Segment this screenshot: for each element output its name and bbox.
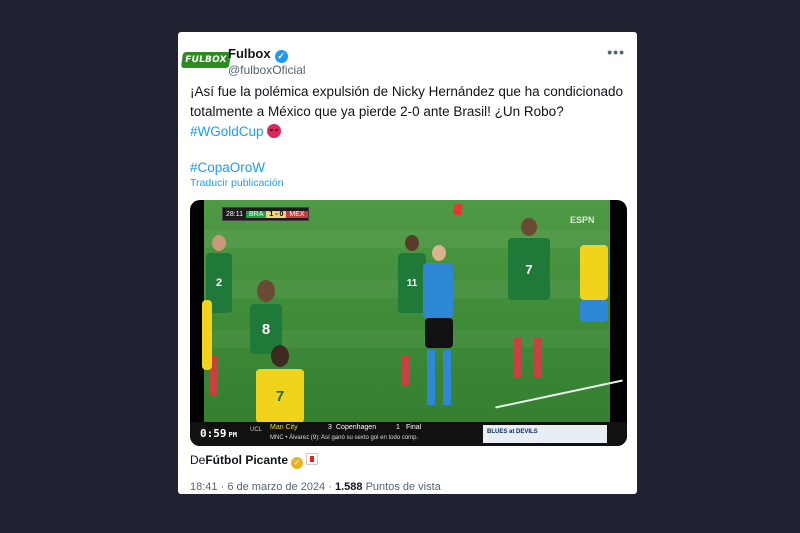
ticker-team2: Copenhagen: [336, 424, 377, 431]
fulbox-logo: FULBOX: [181, 52, 231, 68]
player-brazil-right: [576, 235, 610, 345]
post-metadata: 18:41 · 6 de marzo de 2024 · 1.588 Punto…: [190, 481, 441, 493]
verified-gold-badge-icon: ✓: [291, 457, 304, 469]
ticker-team1: Man City: [270, 424, 298, 431]
referee-head: [432, 245, 446, 261]
match-time: 28:11: [226, 210, 243, 218]
player-jersey: [202, 300, 212, 370]
video-ticker: 0:59 PM UCL Man City 3 Copenhagen 1 Final…: [190, 422, 627, 446]
post-date[interactable]: 6 de marzo de 2024: [227, 481, 325, 493]
handle[interactable]: @fulboxOficial: [228, 63, 306, 77]
avatar[interactable]: FULBOX: [181, 44, 231, 76]
player-shorts: [580, 300, 608, 322]
player-mexico-7: 7: [504, 218, 554, 398]
clock-time: 0:59: [200, 427, 227, 440]
more-options-icon[interactable]: •••: [607, 44, 625, 60]
player-head: [405, 235, 419, 251]
views-label: Puntos de vista: [365, 481, 441, 493]
team1-label: BRA: [246, 210, 267, 218]
tweet-header: FULBOX Fulbox ✓ @fulboxOficial •••: [181, 42, 625, 78]
ticker-score1: 3: [328, 424, 332, 431]
player-jersey: 7: [508, 238, 550, 300]
ticker-result: Man City 3 Copenhagen 1 Final: [270, 424, 465, 433]
scorebug: 28:11 BRA 1 - 0 MEX: [222, 207, 309, 221]
player-brazil-edge: [202, 300, 212, 410]
referee: [419, 245, 459, 420]
flag-icon: [306, 453, 319, 465]
tweet-body: ¡Así fue la polémica expulsión de Nicky …: [190, 84, 624, 119]
nhl-matchup: BLUES at DEVILS: [487, 429, 538, 435]
video-frame: 28:11 BRA 1 - 0 MEX ESPN 2 8 7 11 7: [202, 200, 623, 423]
ticker-nhl-promo: BLUES at DEVILS: [483, 425, 607, 443]
player-socks: [402, 355, 410, 385]
clock-suffix: PM: [228, 431, 237, 439]
translate-post-link[interactable]: Traducir publicación: [190, 177, 284, 189]
player-brazil-7: 7: [254, 345, 306, 423]
display-name[interactable]: Fulbox ✓: [228, 46, 288, 63]
player-jersey: [580, 245, 608, 300]
referee-shorts: [425, 318, 453, 348]
player-head: [271, 345, 289, 367]
video-player[interactable]: 28:11 BRA 1 - 0 MEX ESPN 2 8 7 11 7 0:59…: [190, 200, 627, 446]
referee-shirt: [423, 263, 453, 318]
match-score: 1 - 0: [266, 210, 287, 218]
source-name: Fútbol Picante: [205, 453, 289, 467]
post-time[interactable]: 18:41: [190, 481, 218, 493]
angry-face-emoji-icon: [267, 124, 282, 138]
referee-socks: [443, 350, 451, 405]
player-jersey: 7: [256, 369, 304, 423]
team2-label: MEX: [286, 210, 308, 218]
player-socks: [514, 338, 522, 378]
video-source[interactable]: DeFútbol Picante ✓: [190, 453, 319, 469]
broadcaster-logo: ESPN: [570, 215, 595, 225]
views-count: 1.588: [334, 481, 363, 493]
meta-separator: ·: [220, 481, 225, 493]
player-head: [257, 280, 275, 302]
red-card-icon: [453, 203, 463, 216]
source-prefix: De: [190, 453, 206, 467]
player-head: [212, 235, 226, 251]
display-name-text: Fulbox: [228, 46, 271, 61]
verified-badge-icon: ✓: [274, 50, 288, 63]
ticker-status: Final: [406, 424, 422, 431]
tweet-card: FULBOX Fulbox ✓ @fulboxOficial ••• ¡Así f…: [178, 32, 637, 494]
ticker-league: UCL: [250, 427, 263, 433]
hashtag-copaorow[interactable]: #CopaOroW: [190, 160, 265, 175]
ticker-news: MNC • Álvarez (9): Así ganó su sexto gol…: [270, 435, 419, 441]
tweet-text: ¡Así fue la polémica expulsión de Nicky …: [190, 82, 630, 178]
referee-socks: [427, 350, 435, 405]
hashtag-wgoldcup[interactable]: #WGoldCup: [190, 124, 264, 139]
player-head: [521, 218, 537, 236]
ticker-score2: 1: [396, 424, 400, 431]
meta-separator: ·: [328, 481, 332, 493]
ticker-clock: 0:59 PM: [200, 427, 237, 440]
player-socks: [534, 338, 542, 378]
